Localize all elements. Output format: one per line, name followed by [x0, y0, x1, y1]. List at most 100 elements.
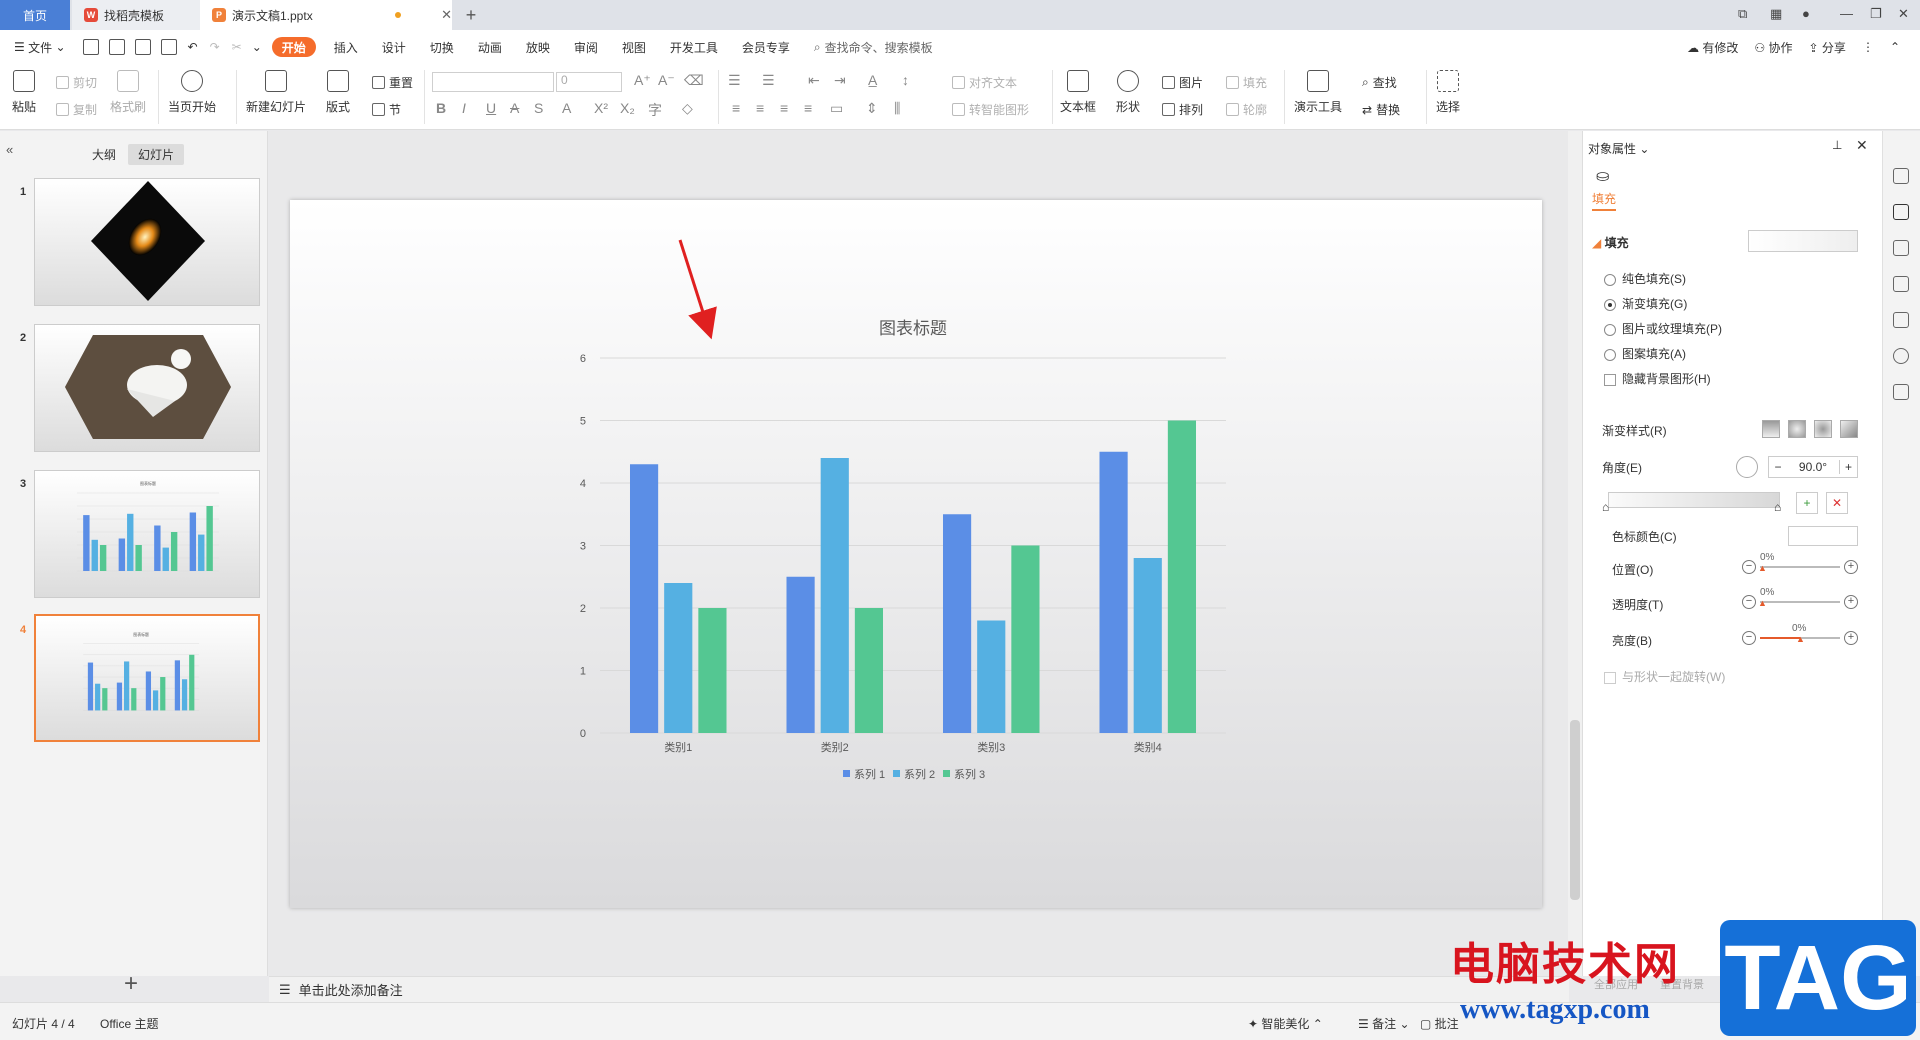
slide-thumbnail-3[interactable]: 图表标题 [34, 470, 260, 598]
theme-name[interactable]: Office 主题 [100, 1015, 158, 1032]
decrease-indent-icon[interactable]: ⇤ [808, 72, 820, 89]
superscript-icon[interactable]: X² [594, 100, 608, 116]
slide-thumbnail-1[interactable] [34, 178, 260, 306]
new-slide-button[interactable]: 新建幻灯片 [246, 70, 306, 115]
collapse-ribbon-icon[interactable]: ⌃ [1890, 40, 1900, 54]
restore-icon[interactable]: ❐ [1870, 6, 1882, 22]
transparency-slider[interactable] [1760, 601, 1840, 603]
rocket-icon[interactable] [1893, 168, 1909, 184]
bar-chart[interactable]: 0 1 2 3 4 5 6 类别1 类别2 类别3 类别4 图表标题系列 1 系列 2 系列 3 [290, 200, 1542, 908]
increment-icon[interactable]: + [1844, 631, 1858, 645]
menu-item-review[interactable]: 审阅 [562, 30, 610, 64]
position-slider[interactable] [1760, 566, 1840, 568]
picture-button[interactable]: 图片 [1162, 74, 1203, 91]
option-solid-fill[interactable]: 纯色填充(S) [1604, 270, 1686, 287]
decrement-icon[interactable]: − [1742, 595, 1756, 609]
comment-button[interactable]: ▢ 批注 [1420, 1015, 1459, 1032]
grow-font-icon[interactable]: A⁺ [634, 72, 651, 89]
apps-grid-icon[interactable]: ▦ [1770, 6, 1782, 22]
highlight-icon[interactable]: ◇ [682, 100, 693, 117]
menu-item-member[interactable]: 会员专享 [730, 30, 802, 64]
slide-thumbnail-4[interactable]: 图表标题 [34, 614, 260, 742]
rotate-with-shape-checkbox[interactable]: 与形状一起旋转(W) [1604, 668, 1725, 685]
collaborate-button[interactable]: ⚇ 协作 [1754, 39, 1792, 56]
menu-item-transition[interactable]: 切换 [418, 30, 466, 64]
gradient-stop-left-icon[interactable]: ⌂ [1602, 500, 1609, 514]
export-pdf-icon[interactable] [108, 39, 125, 55]
add-stop-icon[interactable]: + [1796, 492, 1818, 514]
image-tools-icon[interactable] [1893, 312, 1909, 328]
present-tool-button[interactable]: 演示工具 [1294, 70, 1342, 115]
modified-button[interactable]: ☁ 有修改 [1687, 39, 1738, 56]
close-window-icon[interactable]: ✕ [1898, 6, 1909, 22]
replace-button[interactable]: ⇄ 替换 [1362, 101, 1400, 118]
hide-background-checkbox[interactable]: 隐藏背景图形(H) [1604, 370, 1711, 387]
eraser-icon[interactable]: ⌫ [684, 72, 704, 89]
play-from-current-button[interactable]: 当页开始 [168, 70, 216, 115]
delete-stop-icon[interactable]: ✕ [1826, 492, 1848, 514]
menu-item-slideshow[interactable]: 放映 [514, 30, 562, 64]
textbox-button[interactable]: 文本框 [1060, 70, 1096, 115]
italic-icon[interactable]: I [462, 100, 466, 116]
slider-handle-icon[interactable]: ▲ [1758, 598, 1767, 608]
notes-toggle-button[interactable]: ☰ 备注 ⌄ [1358, 1015, 1410, 1032]
redo-icon[interactable]: ↷ [204, 30, 226, 64]
underline-icon[interactable]: U [486, 100, 496, 116]
gradient-rect-icon[interactable] [1814, 420, 1832, 438]
save-icon[interactable] [82, 39, 99, 55]
tab-slides[interactable]: 幻灯片 [128, 144, 185, 165]
format-painter-button[interactable]: 格式刷 [110, 70, 146, 115]
layout-icon[interactable]: ⧉ [1738, 6, 1747, 22]
pin-icon[interactable]: ⊥ [1832, 138, 1842, 152]
more-icon[interactable]: ⋮ [1862, 40, 1874, 54]
transition-icon[interactable] [1893, 276, 1909, 292]
align-left-icon[interactable]: ≡ [732, 100, 740, 116]
stop-color-select[interactable] [1788, 526, 1858, 546]
print-preview-icon[interactable] [160, 39, 177, 55]
increment-icon[interactable]: + [1844, 560, 1858, 574]
strikethrough-icon[interactable]: A [510, 100, 519, 116]
tab-fill[interactable]: 填充 [1592, 190, 1617, 211]
gradient-stop-right-icon[interactable]: ⌂ [1774, 500, 1781, 514]
align-text-button[interactable]: 对齐文本 [952, 74, 1017, 91]
numbering-icon[interactable]: ☰ [762, 72, 775, 89]
section-button[interactable]: 节 [372, 101, 401, 118]
scrollbar-thumb[interactable] [1570, 720, 1580, 900]
menu-item-insert[interactable]: 插入 [322, 30, 370, 64]
columns-icon[interactable]: ⫼ [894, 100, 900, 117]
menu-item-view[interactable]: 视图 [610, 30, 658, 64]
undo-icon[interactable]: ↶ [182, 30, 204, 64]
book-icon[interactable] [1893, 384, 1909, 400]
tab-home[interactable]: 首页 [0, 0, 70, 30]
bold-icon[interactable]: B [436, 100, 446, 116]
paragraph-spacing-icon[interactable]: ⇕ [866, 100, 878, 117]
decrement-icon[interactable]: − [1769, 460, 1787, 474]
print-icon[interactable] [134, 39, 151, 55]
location-icon[interactable] [1893, 348, 1909, 364]
gradient-bar[interactable] [1608, 492, 1780, 508]
fill-section[interactable]: ◢ 填充 [1592, 234, 1629, 251]
slider-handle-icon[interactable]: ▲ [1758, 563, 1767, 573]
close-tab-icon[interactable]: ✕ [441, 7, 452, 23]
shape-button[interactable]: 形状 [1116, 70, 1140, 115]
add-slide-button[interactable]: + [124, 970, 138, 998]
select-button[interactable]: 选择 [1436, 70, 1460, 115]
subscript-icon[interactable]: X₂ [620, 100, 635, 116]
align-center-icon[interactable]: ≡ [756, 100, 764, 116]
gradient-radial-icon[interactable] [1788, 420, 1806, 438]
slide-thumbnail-2[interactable] [34, 324, 260, 452]
slider-handle-icon[interactable]: ▲ [1796, 634, 1805, 644]
menu-item-design[interactable]: 设计 [370, 30, 418, 64]
menu-item-start[interactable]: 开始 [271, 37, 316, 57]
align-right-icon[interactable]: ≡ [780, 100, 788, 116]
gradient-linear-icon[interactable] [1762, 420, 1780, 438]
font-family-select[interactable] [432, 72, 554, 92]
char-spacing-icon[interactable]: 字 [648, 100, 662, 120]
tab-document[interactable]: P 演示文稿1.pptx ✕ [200, 0, 452, 30]
menu-file[interactable]: ☰ 文件 ⌄ [0, 30, 78, 64]
bullets-icon[interactable]: ☰ [728, 72, 741, 89]
notes-bar[interactable]: ☰ 单击此处添加备注 [269, 976, 1569, 1002]
menu-item-developer[interactable]: 开发工具 [658, 30, 730, 64]
animation-star-icon[interactable] [1893, 240, 1909, 256]
arrange-button[interactable]: 排列 [1162, 101, 1203, 118]
